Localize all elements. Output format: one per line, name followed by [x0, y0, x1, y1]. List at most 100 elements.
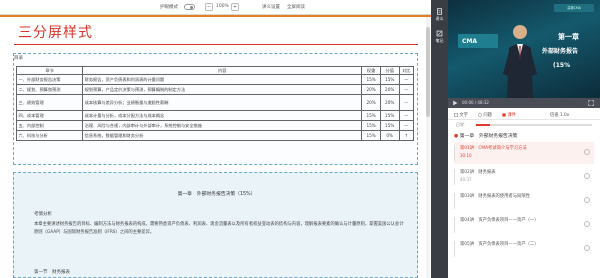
- handout-tab-button[interactable]: 讲义: [433, 8, 446, 26]
- lesson-title: 第03讲 财务报表的使用者与局限性: [460, 194, 530, 199]
- score-cell: 20%: [379, 94, 400, 111]
- catalog-chapter-heading[interactable]: ● 第一章 外部财务报告决策: [454, 132, 517, 139]
- play-circle-icon[interactable]: [584, 245, 590, 251]
- handout-settings-button[interactable]: 讲义设置: [262, 4, 280, 10]
- tab-text-label: 文字: [459, 113, 468, 118]
- outline-title: 目录: [14, 56, 23, 61]
- table-row: 六、科技与分析 信息系统，数据管理和财务分析 15% 0% ↑: [15, 130, 415, 141]
- col-header: 对比: [398, 66, 415, 75]
- weight-cell: 15%: [361, 110, 381, 121]
- progress-track: [476, 124, 592, 126]
- score-cell: 15%: [379, 120, 400, 131]
- chapter-cell: 四、成本管理: [15, 110, 84, 121]
- chapter-subheading: 考情分析: [34, 212, 52, 217]
- content-cell: 成本核算与差异分析；业绩衡量与激励性薪酬: [82, 94, 363, 111]
- progress-fill: [476, 124, 490, 126]
- table-row: 三、绩效管理 成本核算与差异分析；业绩衡量与激励性薪酬 20% 20% —: [15, 94, 415, 111]
- list-item[interactable]: 第03讲 财务报表的使用者与局限性: [454, 190, 594, 212]
- note-icon: [436, 30, 443, 37]
- slide-chapter-name: 外部财务报告: [542, 48, 579, 55]
- item-timeline: [454, 169, 455, 185]
- list-item[interactable]: 第05讲 资产负债表项目——资产（二）: [454, 238, 594, 257]
- zoom-percent: 100%: [216, 4, 229, 9]
- eye-mode-toggle[interactable]: [184, 4, 195, 10]
- chapter-title: 第一章 外部财务报告决策（15%）: [177, 192, 256, 197]
- col-header: 权重: [361, 66, 381, 75]
- lesson-duration: 40:37: [460, 177, 472, 182]
- reader-toolbar: 护眼模式 − 100% + 讲义设置 全屏阅读: [0, 0, 431, 15]
- score-cell: 15%: [379, 110, 400, 121]
- brand-logo: 高顿CMA: [554, 4, 594, 12]
- right-panel: 高顿CMA CMA 第一章 外部财务报告 (15% 00:00 / 48:32 …: [448, 0, 600, 278]
- catalog-chapter-title: 第一章 外部财务报告决策: [459, 134, 518, 139]
- title-rule: [14, 44, 418, 45]
- fullscreen-read-button[interactable]: 全屏阅读: [287, 4, 305, 10]
- handout-tab-label: 讲义: [435, 16, 444, 21]
- tab-text[interactable]: 文字: [454, 112, 468, 118]
- play-circle-icon[interactable]: [584, 197, 590, 203]
- scrollbar-thumb[interactable]: [426, 27, 430, 117]
- playback-speed-button[interactable]: 倍速 1.0x: [550, 112, 569, 118]
- video-player[interactable]: 高顿CMA CMA 第一章 外部财务报告 (15%: [448, 0, 600, 98]
- zoom-out-button[interactable]: −: [205, 3, 213, 11]
- tab-courseware[interactable]: 课件: [502, 112, 516, 118]
- content-cell: 治理、风险与合规，内部审计与外部审计，系统控制与安全措施: [82, 120, 363, 131]
- chapter-cell: 三、绩效管理: [15, 94, 84, 111]
- progress-label: 已学: [456, 122, 464, 127]
- tab-questions[interactable]: 问题: [478, 112, 492, 118]
- compare-cell: —: [398, 84, 415, 95]
- content-tabs: 文字 问题 课件 倍速 1.0x: [448, 110, 600, 120]
- col-header: 内容: [82, 66, 363, 75]
- zoom-in-button[interactable]: +: [231, 3, 239, 11]
- table-row: 一、外部财务报告决策 财务报告，资产负债表和利润表的计量问题 15% 15% —: [15, 74, 415, 85]
- col-header: 章节: [15, 66, 84, 75]
- content-cell: 财务报告，资产负债表和利润表的计量问题: [82, 74, 363, 85]
- compare-cell: —: [398, 74, 415, 85]
- chapter-cell: 五、内部控制: [15, 120, 84, 131]
- document-scrollbar[interactable]: [426, 17, 430, 278]
- text-icon: [454, 112, 458, 117]
- lesson-title: 第01讲 CMA考试简介与学习方法: [460, 146, 527, 151]
- chapter-marker-icon: ●: [454, 134, 459, 139]
- play-circle-icon[interactable]: [584, 173, 590, 179]
- weight-cell: 20%: [361, 84, 381, 95]
- weight-cell: 20%: [361, 94, 381, 111]
- tab-courseware-label: 课件: [507, 113, 516, 118]
- compare-cell: —: [398, 110, 415, 121]
- list-item[interactable]: 第04讲 资产负债表项目——资产（一）: [454, 214, 594, 236]
- score-cell: 0%: [379, 130, 400, 141]
- weight-cell: 15%: [361, 120, 381, 131]
- col-header: 分值: [379, 66, 400, 75]
- outline-table: 章节 内容 权重 分值 对比 一、外部财务报告决策 财务报告，资产负债表和利润表…: [15, 66, 415, 141]
- side-toolbar: 讲义 笔记: [431, 0, 448, 278]
- content-cell: 规划预算，产品定价决策与预测，预算编制的制定方法: [82, 84, 363, 95]
- list-item[interactable]: 第02讲 财务报表 40:37: [454, 166, 594, 188]
- lecturer-figure: [503, 25, 537, 98]
- chapter-box: 第一章 外部财务报告决策（15%） 考情分析 本章主要讲述财务报告的目标、编制方…: [13, 172, 418, 278]
- list-item[interactable]: 第01讲 CMA考试简介与学习方法 30:10: [454, 142, 594, 164]
- doc-title: 三分屏样式: [18, 25, 93, 41]
- content-cell: 成本计量与分析，成本分配方法与成本概念: [82, 110, 363, 121]
- item-timeline: [454, 241, 455, 257]
- table-row: 四、成本管理 成本计量与分析，成本分配方法与成本概念 15% 15% —: [15, 110, 415, 121]
- fullscreen-icon[interactable]: [588, 100, 594, 106]
- video-controls: 00:00 / 48:32: [448, 98, 600, 108]
- section-heading: 第一节 财务报表: [34, 270, 70, 275]
- compare-cell: ↑: [398, 130, 415, 141]
- play-icon[interactable]: [452, 100, 458, 106]
- courseware-icon: [502, 112, 506, 117]
- play-circle-icon[interactable]: [584, 149, 590, 155]
- lesson-duration: 30:10: [460, 153, 472, 158]
- table-row: 二、规划、预算和预测 规划预算，产品定价决策与预测，预算编制的制定方法 20% …: [15, 84, 415, 95]
- score-cell: 15%: [379, 74, 400, 85]
- document-icon: [437, 8, 442, 15]
- notes-tab-button[interactable]: 笔记: [433, 30, 446, 48]
- question-icon: [478, 112, 482, 117]
- tab-questions-label: 问题: [483, 113, 492, 118]
- video-time: 00:00 / 48:32: [462, 100, 489, 105]
- play-circle-icon[interactable]: [584, 221, 590, 227]
- compare-cell: —: [398, 94, 415, 111]
- lesson-title: 第02讲 财务报表: [460, 170, 496, 175]
- item-timeline: [454, 193, 455, 209]
- chapter-cell: 二、规划、预算和预测: [15, 84, 84, 95]
